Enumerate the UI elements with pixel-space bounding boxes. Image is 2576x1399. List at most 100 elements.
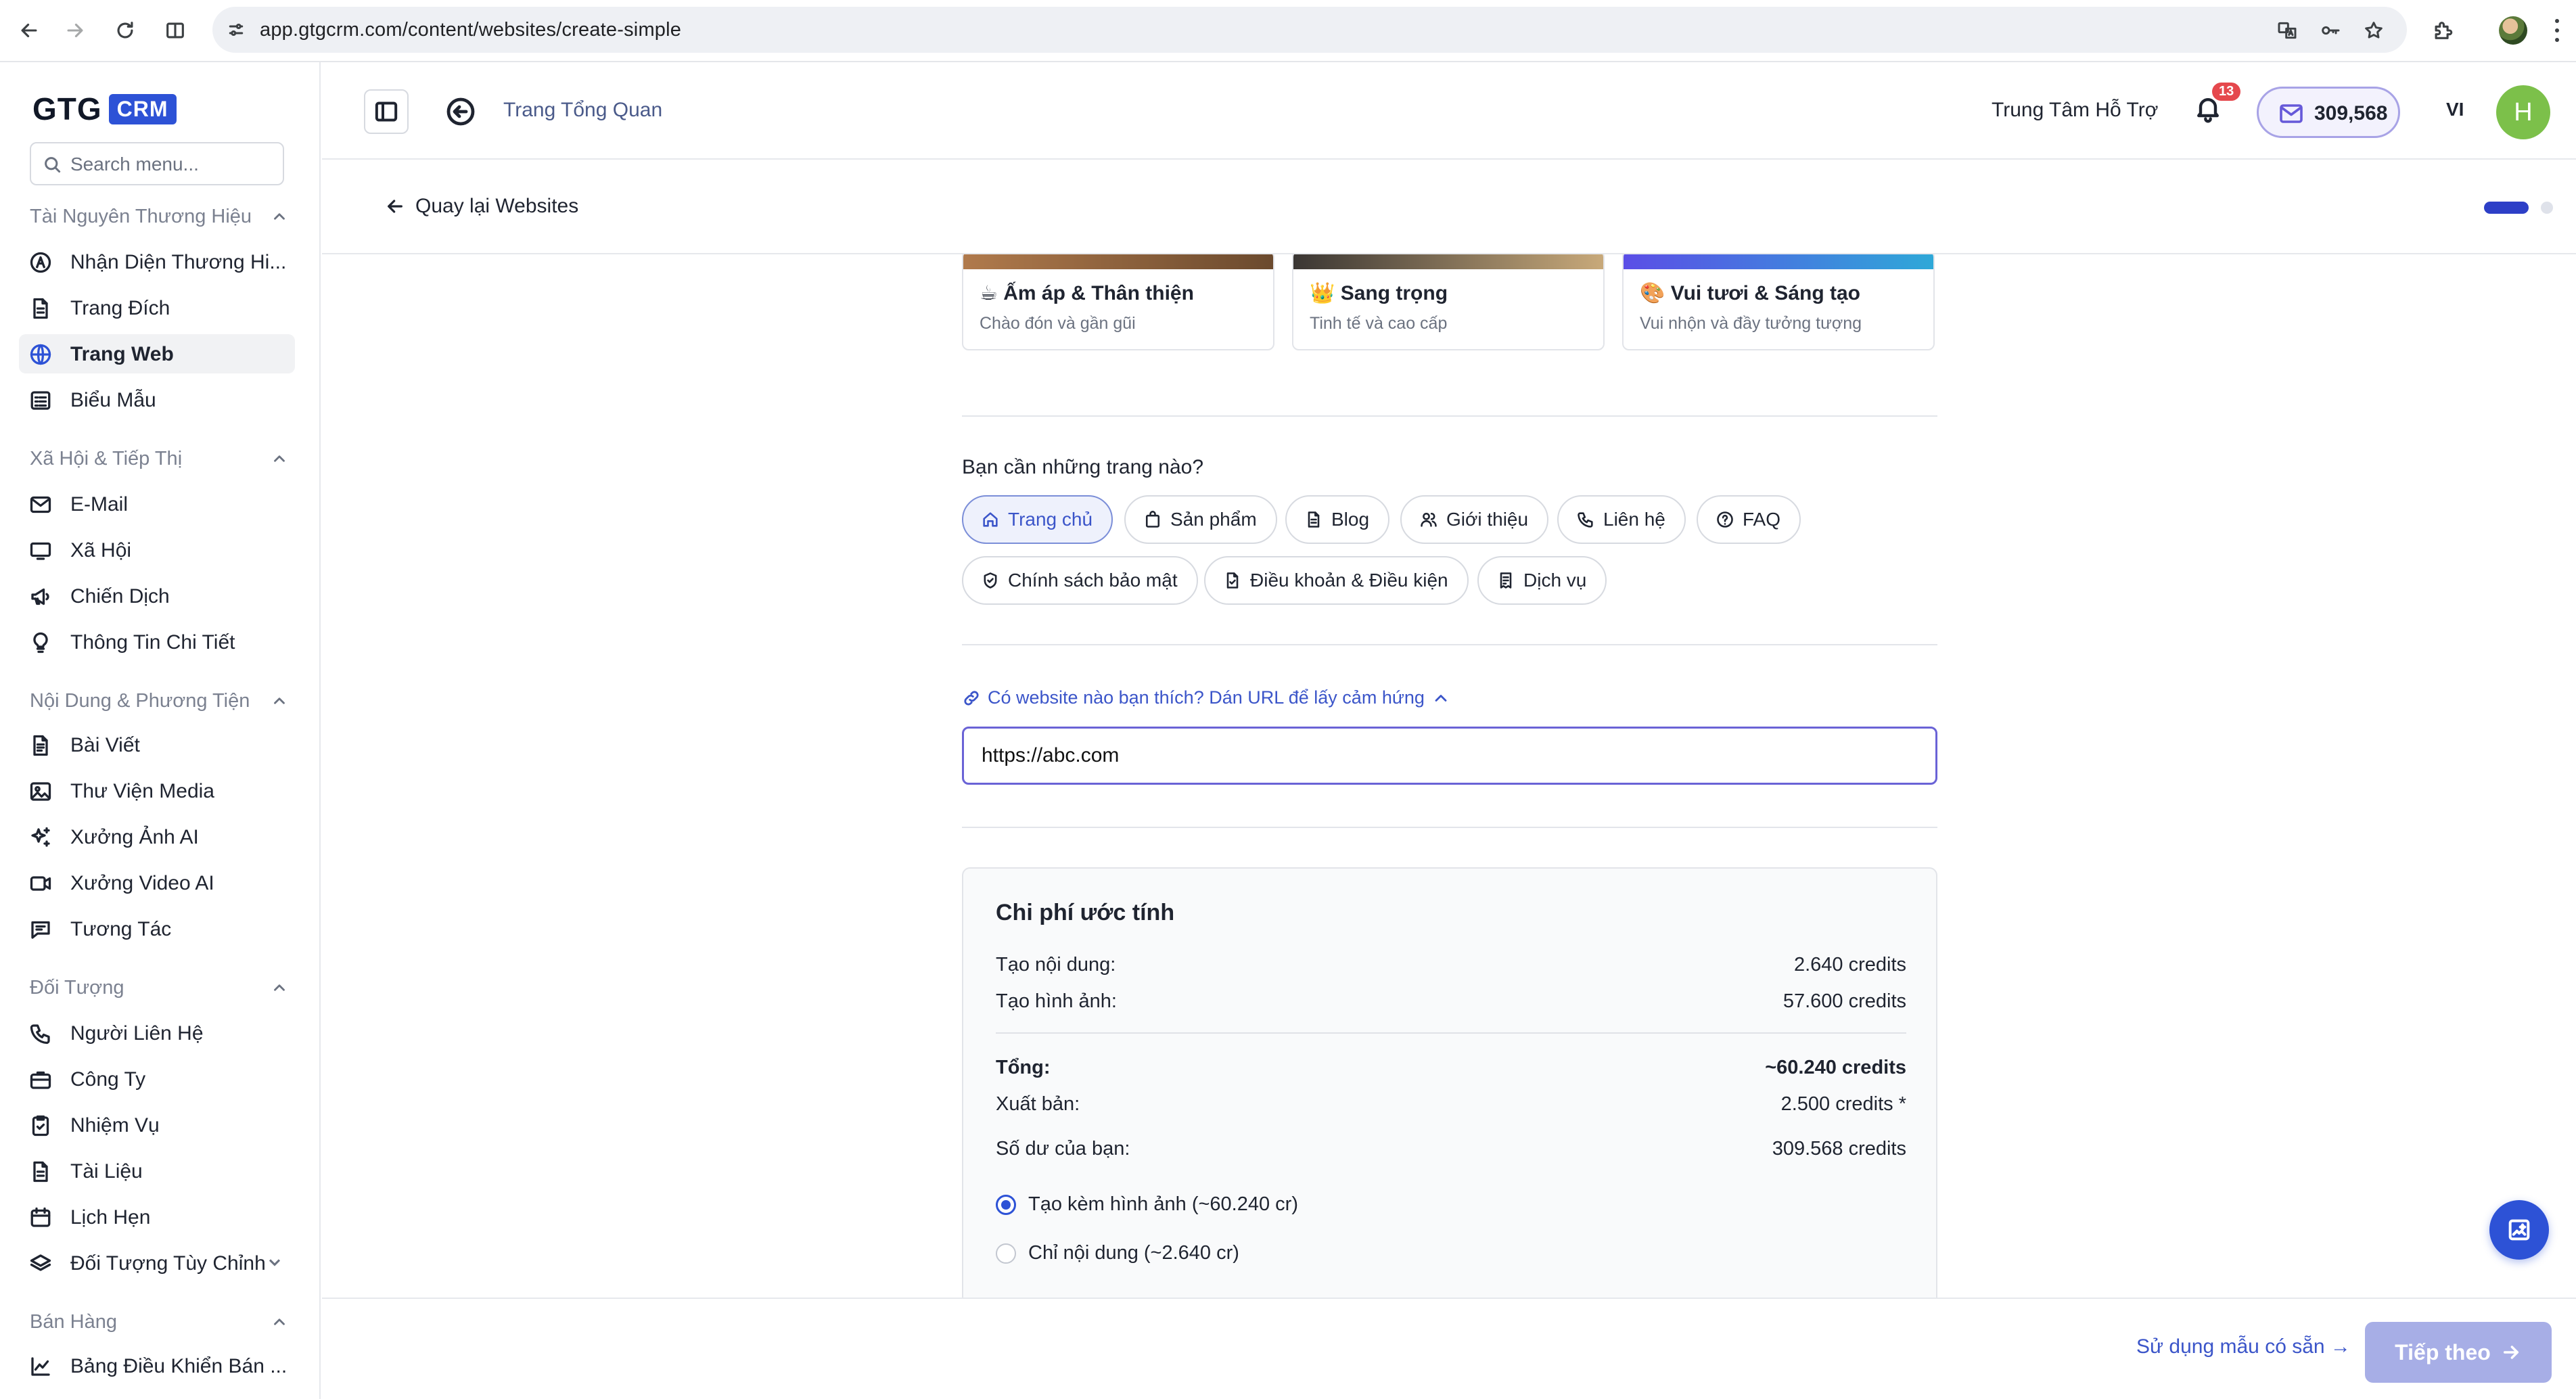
file-text-icon bbox=[28, 1160, 53, 1184]
inspiration-url-input[interactable] bbox=[962, 727, 1937, 785]
arrow-left-circle-icon bbox=[446, 97, 475, 126]
back-to-websites-label: Quay lại Websites bbox=[415, 195, 579, 217]
back-button[interactable] bbox=[442, 93, 479, 130]
page-chip-products[interactable]: Sản phẩm bbox=[1124, 495, 1277, 544]
section-label: Nội Dung & Phương Tiện bbox=[30, 689, 250, 712]
sidebar-item-media-library[interactable]: Thư Viện Media bbox=[19, 771, 295, 810]
bookmark-star-icon[interactable] bbox=[2358, 15, 2389, 46]
sidebar-item-engagement[interactable]: Tương Tác bbox=[19, 909, 295, 948]
sidebar-item-landing-page[interactable]: Trang Đích bbox=[19, 288, 295, 327]
sidebar-item-websites[interactable]: Trang Web bbox=[19, 334, 295, 373]
cost-value: 2.500 credits * bbox=[1780, 1093, 1906, 1115]
sidebar-search[interactable] bbox=[30, 142, 284, 185]
inspiration-toggle[interactable]: Có website nào bạn thích? Dán URL để lấy… bbox=[962, 687, 1450, 708]
sidebar-item-sales-dashboard[interactable]: Bảng Điều Khiển Bán ... bbox=[19, 1346, 295, 1385]
logo-text: GTG bbox=[32, 91, 102, 127]
section-sales[interactable]: Bán Hàng bbox=[30, 1307, 288, 1337]
style-card-luxury[interactable]: 👑 Sang trọng Tinh tế và cao cấp bbox=[1292, 254, 1605, 350]
address-url[interactable]: app.gtgcrm.com/content/websites/create-s… bbox=[260, 19, 681, 41]
page-chip-services[interactable]: Dịch vụ bbox=[1477, 556, 1607, 605]
breadcrumb[interactable]: Trang Tổng Quan bbox=[503, 99, 662, 122]
browser-reload-icon[interactable] bbox=[108, 14, 142, 47]
document-icon bbox=[1308, 511, 1320, 528]
toggle-sidebar-button[interactable] bbox=[364, 89, 409, 134]
style-card-playful[interactable]: 🎨 Vui tươi & Sáng tạo Vui nhộn và đầy tư… bbox=[1622, 254, 1935, 350]
sidebar-item-contacts[interactable]: Người Liên Hệ bbox=[19, 1013, 295, 1053]
back-to-websites-link[interactable]: Quay lại Websites bbox=[384, 195, 578, 218]
ai-assistant-button[interactable] bbox=[2489, 1200, 2549, 1260]
radio-with-images[interactable] bbox=[996, 1194, 1016, 1215]
sidebar-item-forms[interactable]: Biểu Mẫu bbox=[19, 380, 295, 419]
next-button-label: Tiếp theo bbox=[2395, 1339, 2491, 1364]
language-switcher[interactable]: VI bbox=[2446, 99, 2464, 120]
sidebar-item-documents[interactable]: Tài Liệu bbox=[19, 1151, 295, 1191]
sidebar-item-campaigns[interactable]: Chiến Dịch bbox=[19, 576, 295, 616]
use-template-link[interactable]: Sử dụng mẫu có sẵn → bbox=[2136, 1335, 2351, 1358]
phone-icon bbox=[28, 1022, 53, 1046]
sidebar-item-email[interactable]: E-Mail bbox=[19, 484, 295, 524]
cost-row-images: Tạo hình ảnh: 57.600 credits bbox=[996, 990, 1906, 1013]
next-button[interactable]: Tiếp theo bbox=[2365, 1322, 2552, 1383]
section-content-media[interactable]: Nội Dung & Phương Tiện bbox=[30, 686, 288, 716]
browser-menu-icon[interactable] bbox=[2550, 16, 2564, 45]
logo-badge: CRM bbox=[108, 93, 177, 124]
page-chip-home[interactable]: Trang chủ bbox=[962, 495, 1113, 544]
site-info-icon[interactable] bbox=[219, 13, 253, 47]
extensions-puzzle-icon[interactable] bbox=[2426, 14, 2460, 47]
sidebar-item-appointments[interactable]: Lịch Hẹn bbox=[19, 1197, 295, 1237]
sidebar-item-articles[interactable]: Bài Viết bbox=[19, 725, 295, 764]
section-social-marketing[interactable]: Xã Hội & Tiếp Thị bbox=[30, 444, 288, 474]
sidebar-item-ai-image-studio[interactable]: Xưởng Ảnh AI bbox=[19, 817, 295, 856]
radio-content-only[interactable] bbox=[996, 1243, 1016, 1264]
sidebar-item-brand-identity[interactable]: Nhận Diện Thương Hi... bbox=[19, 242, 295, 281]
option-content-only[interactable]: Chỉ nội dung (~2.640 cr) bbox=[996, 1242, 1239, 1264]
sidebar-item-label: Trang Web bbox=[70, 343, 174, 365]
cost-row-balance: Số dư của bạn: 309.568 credits bbox=[996, 1138, 1906, 1160]
sidebar-item-label: Thư Viện Media bbox=[70, 780, 214, 802]
file-icon bbox=[28, 296, 53, 321]
translate-icon[interactable] bbox=[2272, 15, 2303, 46]
credits-balance-button[interactable]: 309,568 bbox=[2257, 87, 2400, 138]
style-card-warm[interactable]: ☕ Ấm áp & Thân thiện Chào đón và gần gũi bbox=[962, 254, 1274, 350]
sidebar-item-label: Lịch Hẹn bbox=[70, 1206, 151, 1229]
section-brand-resources[interactable]: Tài Nguyên Thương Hiệu bbox=[30, 202, 288, 231]
page-chip-faq[interactable]: FAQ bbox=[1697, 495, 1801, 544]
option-with-images[interactable]: Tạo kèm hình ảnh (~60.240 cr) bbox=[996, 1193, 1298, 1216]
sidebar-item-tasks[interactable]: Nhiệm Vụ bbox=[19, 1105, 295, 1145]
users-icon bbox=[1421, 512, 1437, 527]
support-center-link[interactable]: Trung Tâm Hỗ Trợ bbox=[1992, 99, 2158, 122]
style-card-title: 👑 Sang trọng bbox=[1310, 281, 1448, 305]
password-key-icon[interactable] bbox=[2315, 15, 2346, 46]
inspiration-label: Có website nào bạn thích? Dán URL để lấy… bbox=[988, 687, 1425, 708]
cost-row-total: Tổng: ~60.240 credits bbox=[996, 1057, 1906, 1079]
file-check-icon bbox=[1226, 572, 1239, 589]
browser-profile-avatar[interactable] bbox=[2499, 16, 2527, 45]
sidebar-item-custom-objects[interactable]: Đối Tượng Tùy Chỉnh bbox=[19, 1243, 295, 1283]
wizard-header: Quay lại Websites bbox=[322, 160, 2576, 254]
chevron-up-icon bbox=[274, 984, 285, 991]
sidebar-item-social[interactable]: Xã Hội bbox=[19, 530, 295, 570]
chip-label: Điều khoản & Điều kiện bbox=[1250, 570, 1448, 591]
page-chip-terms[interactable]: Điều khoản & Điều kiện bbox=[1204, 556, 1469, 605]
sidebar-item-companies[interactable]: Công Ty bbox=[19, 1059, 295, 1099]
page-chip-privacy-policy[interactable]: Chính sách bảo mật bbox=[962, 556, 1198, 605]
section-label: Tài Nguyên Thương Hiệu bbox=[30, 205, 252, 227]
user-avatar[interactable]: H bbox=[2496, 85, 2550, 139]
top-header: Trang Tổng Quan Trung Tâm Hỗ Trợ 13 309,… bbox=[322, 62, 2576, 160]
page-chip-about[interactable]: Giới thiệu bbox=[1400, 495, 1549, 544]
address-bar[interactable]: app.gtgcrm.com/content/websites/create-s… bbox=[212, 7, 2407, 53]
section-audience[interactable]: Đối Tượng bbox=[30, 973, 288, 1003]
bag-icon bbox=[1145, 511, 1160, 528]
cost-row-publish: Xuất bản: 2.500 credits * bbox=[996, 1093, 1906, 1116]
browser-back-icon[interactable] bbox=[12, 14, 46, 47]
page-chip-blog[interactable]: Blog bbox=[1285, 495, 1390, 544]
sidebar-search-input[interactable] bbox=[70, 152, 273, 177]
chip-label: FAQ bbox=[1743, 509, 1781, 530]
page-chip-contact[interactable]: Liên hệ bbox=[1557, 495, 1686, 544]
app-logo[interactable]: GTG CRM bbox=[32, 91, 177, 127]
sidebar-item-ai-video-studio[interactable]: Xưởng Video AI bbox=[19, 863, 295, 902]
split-view-icon[interactable] bbox=[158, 14, 192, 47]
sidebar-item-insights[interactable]: Thông Tin Chi Tiết bbox=[19, 622, 295, 662]
sidebar-item-label: Biểu Mẫu bbox=[70, 389, 156, 411]
browser-forward-icon[interactable] bbox=[58, 14, 92, 47]
